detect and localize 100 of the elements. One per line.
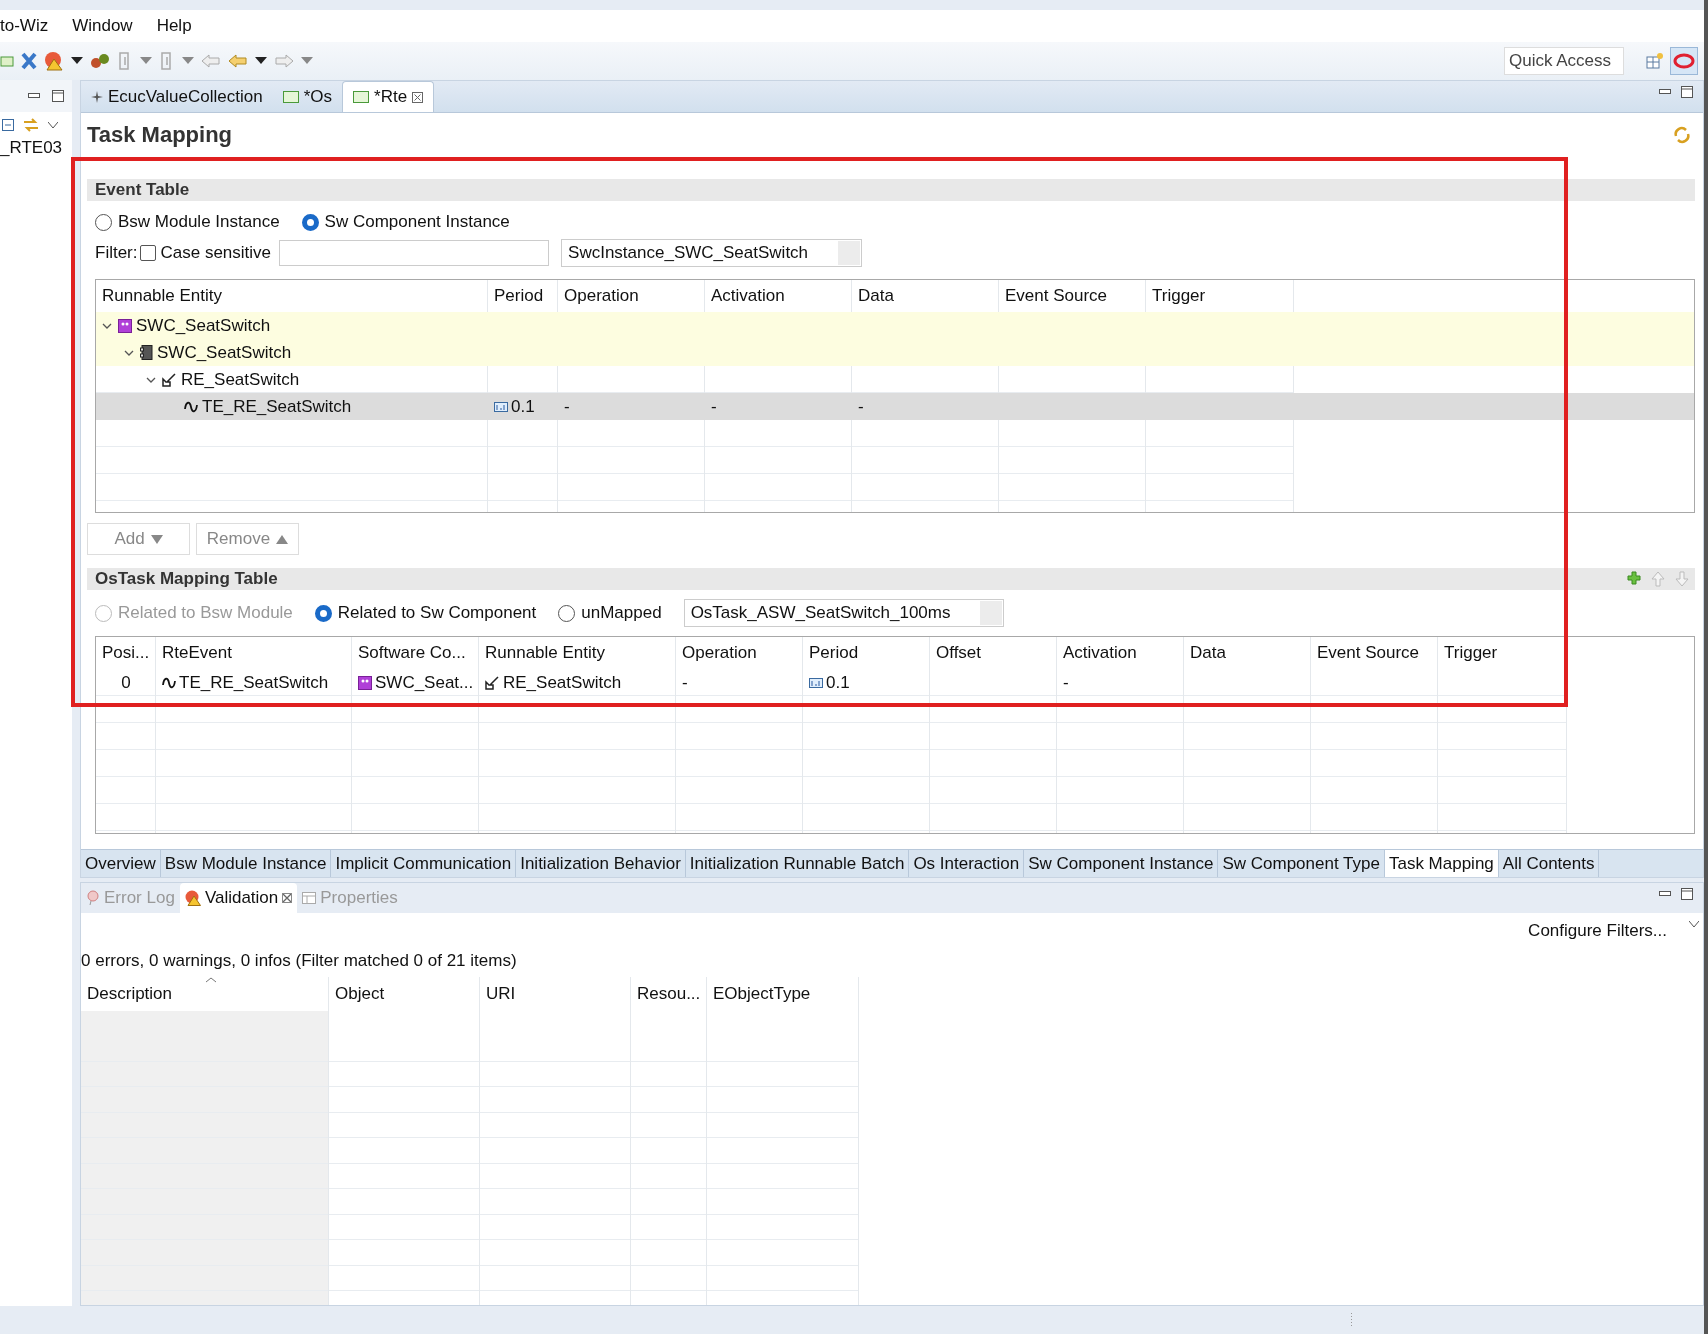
column-header[interactable]: Description: [81, 977, 329, 1011]
column-header[interactable]: Period: [488, 280, 558, 312]
column-header[interactable]: Activation: [705, 280, 852, 312]
task-combo[interactable]: OsTask_ASW_SeatSwitch_100ms: [683, 599, 1005, 627]
column-header[interactable]: URI: [480, 977, 631, 1011]
minimize-icon[interactable]: [28, 93, 40, 99]
properties-icon: [302, 892, 317, 904]
tree-item-label: SWC_SeatSwitch: [157, 342, 292, 363]
sparkle-icon: [91, 91, 103, 103]
column-header[interactable]: Trigger: [1438, 637, 1567, 669]
view-menu-icon[interactable]: [48, 122, 58, 128]
table-cell: -: [1063, 672, 1069, 693]
page-tab[interactable]: Bsw Module Instance: [160, 850, 332, 877]
close-icon[interactable]: [412, 91, 424, 103]
table-cell: -: [682, 672, 688, 693]
file-icon: [282, 91, 299, 103]
warning-icon[interactable]: [44, 51, 64, 71]
radio-button[interactable]: Sw Component Instance: [301, 212, 510, 232]
component-icon: [118, 318, 132, 333]
minimize-icon[interactable]: [1659, 89, 1671, 95]
column-header[interactable]: RteEvent: [156, 637, 352, 669]
dropdown-icon[interactable]: [71, 57, 83, 65]
table-cell: 0.1: [511, 396, 535, 417]
column-header[interactable]: Event Source: [999, 280, 1146, 312]
tree-item-label: SWC_SeatSwitch: [136, 315, 271, 336]
menu-item[interactable]: to-Wiz: [0, 16, 49, 36]
sync-icon[interactable]: [1673, 126, 1691, 144]
wave-icon: [162, 676, 176, 689]
warning-icon: [184, 890, 201, 906]
perspective-icon[interactable]: [1670, 47, 1698, 75]
maximize-icon[interactable]: [1681, 86, 1693, 98]
column-header[interactable]: Resou...: [631, 977, 707, 1011]
page-tab[interactable]: Os Interaction: [909, 850, 1025, 877]
sort-caret-icon: [205, 977, 217, 983]
column-header[interactable]: Trigger: [1146, 280, 1294, 312]
tools-icon[interactable]: [21, 52, 37, 70]
page-tab[interactable]: Overview: [81, 850, 161, 877]
document-icon: [140, 345, 153, 360]
quick-access-field[interactable]: Quick Access: [1504, 47, 1624, 75]
maximize-icon[interactable]: [1681, 887, 1693, 900]
page-tab[interactable]: Task Mapping: [1384, 850, 1499, 877]
column-header[interactable]: Runnable Entity: [479, 637, 676, 669]
column-header[interactable]: Operation: [558, 280, 705, 312]
page-tab[interactable]: Sw Component Instance: [1024, 850, 1219, 877]
column-header[interactable]: Runnable Entity: [96, 280, 488, 312]
table-cell: -: [711, 396, 717, 417]
instance-combo[interactable]: SwcInstance_SWC_SeatSwitch: [561, 239, 863, 267]
page-tab[interactable]: Initialization Behavior: [516, 850, 686, 877]
maximize-icon[interactable]: [52, 90, 64, 102]
table-cell: -: [564, 396, 570, 417]
view-tab[interactable]: Validation: [179, 883, 298, 913]
caret-icon: [276, 534, 289, 544]
column-header[interactable]: Object: [329, 977, 480, 1011]
page-tab[interactable]: Initialization Runnable Batch: [685, 850, 910, 877]
menu-item[interactable]: Window: [72, 16, 133, 36]
radio-button[interactable]: unMapped: [558, 603, 662, 623]
back-icon[interactable]: [228, 54, 248, 68]
dropdown-icon[interactable]: [255, 57, 267, 65]
column-header[interactable]: Software Co...: [352, 637, 479, 669]
editor-tab[interactable]: EcucValueCollection: [81, 82, 273, 112]
table-row[interactable]: SWC_SeatSwitch: [96, 312, 1694, 339]
view-menu-icon[interactable]: [1689, 921, 1699, 927]
page-tab[interactable]: Sw Component Type: [1218, 850, 1385, 877]
tree-item[interactable]: _RTE03: [0, 138, 72, 158]
column-header[interactable]: Period: [803, 637, 930, 669]
column-header[interactable]: Data: [852, 280, 999, 312]
add-icon[interactable]: [1627, 571, 1641, 585]
open-perspective-icon[interactable]: [1645, 52, 1663, 70]
editor-tab[interactable]: *Os: [272, 82, 342, 112]
table-cell: -: [858, 396, 864, 417]
page-title: Task Mapping: [87, 122, 233, 148]
filter-field[interactable]: [279, 240, 550, 266]
gears-icon[interactable]: [90, 53, 110, 69]
case-sensitive-checkbox[interactable]: Case sensitive: [139, 243, 272, 263]
section-title: Event Table: [95, 180, 190, 200]
table-row[interactable]: SWC_SeatSwitch: [96, 339, 1694, 366]
configure-filters-link[interactable]: Configure Filters...: [1528, 921, 1667, 941]
filter-label: Filter:: [95, 243, 138, 263]
close-icon[interactable]: [282, 893, 293, 903]
column-header[interactable]: Posi...: [96, 637, 156, 669]
column-header[interactable]: Operation: [676, 637, 803, 669]
table-cell: TE_RE_SeatSwitch: [179, 672, 329, 693]
file-icon: [353, 91, 369, 103]
collapse-icon[interactable]: [2, 119, 14, 131]
link-icon[interactable]: [22, 117, 40, 133]
column-header[interactable]: Data: [1184, 637, 1311, 669]
editor-tab[interactable]: *Rte: [342, 81, 435, 112]
page-tab[interactable]: Implicit Communication: [331, 850, 517, 877]
column-header[interactable]: EObjectType: [707, 977, 859, 1011]
column-header[interactable]: Activation: [1057, 637, 1184, 669]
table-row[interactable]: RE_SeatSwitch: [96, 366, 1694, 393]
column-header[interactable]: Offset: [930, 637, 1057, 669]
column-header[interactable]: Event Source: [1311, 637, 1438, 669]
section-title: OsTask Mapping Table: [95, 569, 278, 589]
minimize-icon[interactable]: [1659, 890, 1671, 897]
table-row[interactable]: TE_RE_SeatSwitch 0.1 - - -: [96, 393, 1694, 420]
page-tab[interactable]: All Contents: [1498, 850, 1600, 877]
radio-button[interactable]: Bsw Module Instance: [95, 212, 280, 232]
radio-button[interactable]: Related to Sw Component: [314, 603, 537, 623]
menu-item[interactable]: Help: [156, 16, 192, 36]
